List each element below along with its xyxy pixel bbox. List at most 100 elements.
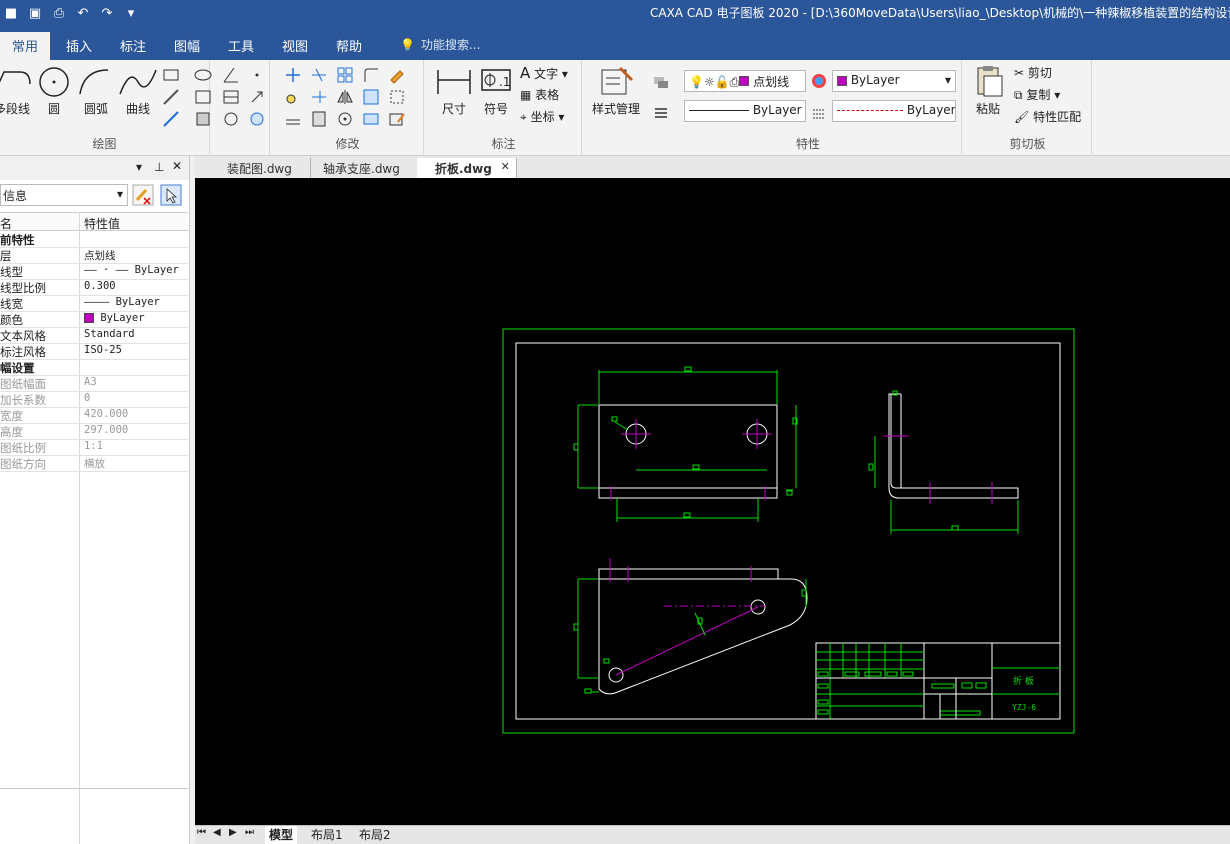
close-icon[interactable]: ✕: [172, 159, 182, 173]
break-icon[interactable]: [362, 110, 380, 128]
prop-name: 图纸幅面: [0, 377, 46, 391]
prop-row[interactable]: 线型 —— · —— ByLayer: [0, 264, 188, 280]
mirror-icon[interactable]: [336, 88, 354, 106]
select-objects-icon[interactable]: [160, 184, 182, 206]
layer-color-swatch: [739, 76, 750, 86]
tab-help[interactable]: 帮助: [324, 32, 374, 60]
arc-button[interactable]: 圆弧: [74, 64, 118, 128]
save-all-icon[interactable]: ▣: [26, 4, 44, 22]
move-icon[interactable]: [284, 66, 302, 84]
prop-row: 图纸比例 1:1: [0, 440, 188, 456]
circle-button[interactable]: 圆: [32, 64, 76, 128]
object-selector[interactable]: 信息 ▾: [0, 184, 128, 206]
doc-tab-folded-plate[interactable]: 折板.dwg ✕: [417, 158, 517, 178]
redo-icon[interactable]: ↷: [98, 4, 116, 22]
copy-move-icon[interactable]: [284, 88, 302, 106]
prop-row[interactable]: 线宽 ———— ByLayer: [0, 296, 188, 312]
drawing-canvas[interactable]: 折 板 YZJ-6: [195, 178, 1230, 825]
object-selector-value: 信息: [3, 189, 28, 203]
offset-icon[interactable]: [284, 110, 302, 128]
next-tab-icon[interactable]: ▶: [229, 827, 237, 838]
doc-tab-bearing-seat[interactable]: 轴承支座.dwg: [305, 158, 419, 178]
color-combo[interactable]: ByLayer ▾: [832, 70, 956, 92]
style-manager-button[interactable]: 样式管理: [590, 64, 642, 128]
layer-icon[interactable]: [652, 72, 670, 90]
tab-home[interactable]: 常用: [0, 32, 51, 60]
first-tab-icon[interactable]: ⏮: [197, 827, 206, 838]
arrow-icon[interactable]: [248, 88, 266, 106]
linewidth-combo[interactable]: ByLayer: [684, 100, 806, 122]
linetype-combo[interactable]: ByLayer: [832, 100, 956, 122]
section-current-properties: 前特性: [0, 232, 188, 248]
prop-row[interactable]: 文本风格 Standard: [0, 328, 188, 344]
stretch-icon[interactable]: [388, 88, 406, 106]
quick-select-icon[interactable]: [132, 184, 154, 206]
paste-button[interactable]: 粘贴: [968, 64, 1008, 128]
coordinate-icon: ⌖: [520, 110, 527, 124]
erase-icon[interactable]: [388, 66, 406, 84]
construction-line-icon[interactable]: [162, 110, 180, 128]
table-button[interactable]: ▦ 表格: [520, 86, 559, 103]
doc-tab-assembly[interactable]: 装配图.dwg: [209, 158, 311, 178]
region-icon[interactable]: [248, 110, 266, 128]
edit-icon[interactable]: [388, 110, 406, 128]
prop-row[interactable]: 层 点划线: [0, 248, 188, 264]
document-tab-bar: 装配图.dwg 轴承支座.dwg 折板.dwg ✕: [195, 156, 1230, 178]
extend-icon[interactable]: [310, 88, 328, 106]
prop-row[interactable]: 颜色 ByLayer: [0, 312, 188, 328]
group-clipboard-label: 剪切板: [1009, 137, 1046, 151]
tab-model[interactable]: 模型: [265, 826, 298, 844]
explode-icon[interactable]: [310, 110, 328, 128]
customize-icon[interactable]: ▾: [122, 4, 140, 22]
match-properties-button[interactable]: 🖌 特性匹配: [1014, 108, 1081, 125]
feature-search[interactable]: 💡 功能搜索...: [400, 36, 480, 53]
last-tab-icon[interactable]: ⏭: [245, 827, 254, 838]
tab-annotate[interactable]: 标注: [108, 32, 158, 60]
prop-value: 1:1: [84, 440, 103, 452]
prev-tab-icon[interactable]: ◀: [213, 827, 221, 838]
line-icon[interactable]: [162, 88, 180, 106]
prop-row[interactable]: 标注风格 ISO-25: [0, 344, 188, 360]
tab-insert[interactable]: 插入: [54, 32, 104, 60]
color-swatch: [84, 313, 94, 323]
array-icon[interactable]: [336, 66, 354, 84]
rectangle-icon[interactable]: [162, 66, 180, 84]
prop-value: 0.300: [84, 280, 116, 292]
layer-combo[interactable]: 💡☼🔓⎙ 点划线: [684, 70, 806, 92]
copy-button[interactable]: ⧉ 复制 ▾: [1014, 86, 1060, 103]
col-value-header: 特性值: [84, 217, 121, 231]
angle-icon[interactable]: [222, 66, 240, 84]
save-icon[interactable]: ■: [2, 4, 20, 22]
tab-view[interactable]: 视图: [270, 32, 320, 60]
undo-icon[interactable]: ↶: [74, 4, 92, 22]
tab-tools[interactable]: 工具: [216, 32, 266, 60]
tab-sheet[interactable]: 图幅: [162, 32, 212, 60]
trim-icon[interactable]: [310, 66, 328, 84]
rotate-icon[interactable]: [336, 110, 354, 128]
block-icon[interactable]: [222, 110, 240, 128]
coordinate-button[interactable]: ⌖ 坐标 ▾: [520, 108, 564, 125]
group-clipboard: 粘贴 ✂ 剪切 ⧉ 复制 ▾ 🖌 特性匹配 剪切板: [964, 60, 1092, 156]
linewidth-icon[interactable]: [652, 104, 670, 122]
panel-menu-icon[interactable]: ▾: [136, 160, 142, 174]
text-button[interactable]: A 文字 ▾: [520, 64, 568, 82]
prop-row: 图纸幅面 A3: [0, 376, 188, 392]
tab-layout2[interactable]: 布局2: [355, 826, 395, 844]
tab-layout1[interactable]: 布局1: [307, 826, 347, 844]
close-tab-icon[interactable]: ✕: [501, 160, 510, 173]
scale-icon[interactable]: [362, 88, 380, 106]
point-icon[interactable]: [248, 66, 266, 84]
polyline-button[interactable]: 多段线: [0, 64, 34, 128]
curve-button[interactable]: 曲线: [116, 64, 160, 128]
prop-row[interactable]: 线型比例 0.300: [0, 280, 188, 296]
symbol-button[interactable]: .1 符号: [474, 64, 518, 128]
color-wheel-icon[interactable]: [810, 72, 828, 90]
linetype-icon[interactable]: [810, 104, 828, 122]
pin-icon[interactable]: ⊥: [154, 160, 164, 174]
dimension-button[interactable]: 尺寸: [432, 64, 476, 128]
print-icon[interactable]: ⎙: [50, 4, 68, 22]
drawing-svg[interactable]: 折 板 YZJ-6: [195, 178, 1230, 825]
cut-button[interactable]: ✂ 剪切: [1014, 64, 1052, 81]
table-draw-icon[interactable]: [222, 88, 240, 106]
fillet-icon[interactable]: [362, 66, 380, 84]
